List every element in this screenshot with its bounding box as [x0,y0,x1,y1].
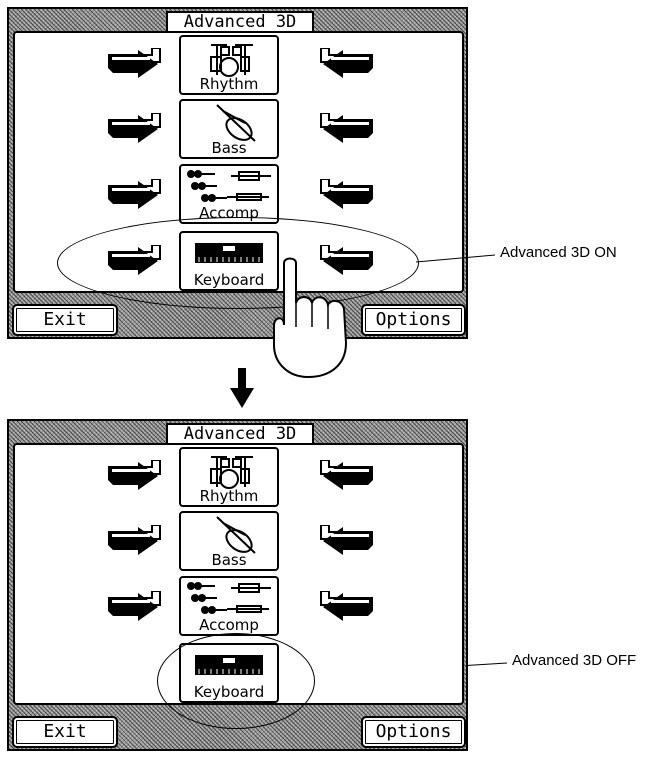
part-bass-button[interactable]: Bass [179,511,279,571]
left-arrow-icon [108,525,161,556]
pointing-hand-icon [273,257,348,379]
part-label: Rhythm [199,487,259,505]
part-rhythm-button[interactable]: Rhythm [179,447,279,507]
left-arrow-icon [108,460,161,491]
callout-advanced-3d-off: Advanced 3D OFF [512,652,637,669]
down-arrow-icon [230,368,254,408]
right-arrow-icon [317,460,377,494]
part-label: Accomp [199,616,259,634]
exit-button[interactable]: Exit [12,716,118,748]
part-label: Bass [211,551,247,569]
callout-advanced-3d-on: Advanced 3D ON [500,244,617,261]
drum-kit-icon [210,456,253,489]
right-arrow-icon [317,525,377,559]
options-button[interactable]: Options [361,716,466,748]
left-arrow-icon [108,591,161,622]
part-accomp-button[interactable]: Accomp [179,576,279,636]
highlight-ellipse [157,633,315,729]
screen-title: Advanced 3D [166,423,314,443]
right-arrow-icon [317,591,377,625]
